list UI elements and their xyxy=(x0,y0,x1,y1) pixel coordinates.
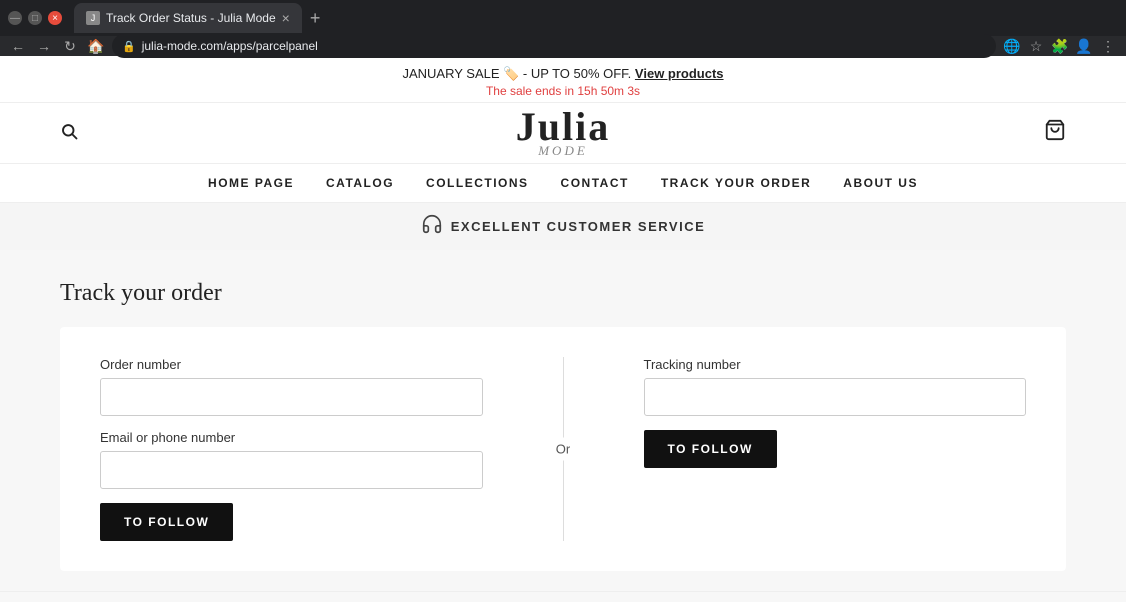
search-icon[interactable] xyxy=(60,122,78,145)
tab-bar: — □ × J Track Order Status - Julia Mode … xyxy=(0,0,1126,36)
tab-title: Track Order Status - Julia Mode xyxy=(106,11,276,25)
nav-item-catalog[interactable]: CATALOG xyxy=(326,176,394,190)
window-controls: — □ × xyxy=(8,11,62,25)
right-section: Tracking number TO FOLLOW xyxy=(604,357,1027,468)
reload-button[interactable]: ↻ xyxy=(60,36,80,56)
address-bar[interactable]: 🔒 julia-mode.com/apps/parcelpanel xyxy=(112,34,996,58)
nav-item-collections[interactable]: COLLECTIONS xyxy=(426,176,529,190)
or-divider: Or xyxy=(563,357,564,541)
back-button[interactable]: ← xyxy=(8,36,28,56)
announcement-bar: JANUARY SALE 🏷️ - UP TO 50% OFF. View pr… xyxy=(0,56,1126,103)
nav-actions: 🌐 ☆ 🧩 👤 ⋮ xyxy=(1002,36,1118,56)
site-wrapper: JANUARY SALE 🏷️ - UP TO 50% OFF. View pr… xyxy=(0,56,1126,602)
site-nav: HOME PAGE CATALOG COLLECTIONS CONTACT TR… xyxy=(0,163,1126,203)
timer-value: 15h 50m 3s xyxy=(577,84,640,98)
follow-button-right[interactable]: TO FOLLOW xyxy=(644,430,777,468)
or-label: Or xyxy=(548,438,578,461)
nav-item-about-us[interactable]: ABOUT US xyxy=(843,176,918,190)
cart-icon[interactable] xyxy=(1044,119,1066,147)
nav-bar: ← → ↻ 🏠 🔒 julia-mode.com/apps/parcelpane… xyxy=(0,36,1126,56)
nav-item-contact[interactable]: CONTACT xyxy=(561,176,629,190)
browser-chrome: — □ × J Track Order Status - Julia Mode … xyxy=(0,0,1126,56)
tracking-number-label: Tracking number xyxy=(644,357,1027,372)
tracking-number-input[interactable] xyxy=(644,378,1027,416)
track-card: Order number Email or phone number TO FO… xyxy=(60,327,1066,571)
email-input[interactable] xyxy=(100,451,483,489)
tab-favicon: J xyxy=(86,11,100,25)
announcement-text: JANUARY SALE 🏷️ - UP TO 50% OFF. View pr… xyxy=(0,66,1126,82)
minimize-btn[interactable]: — xyxy=(8,11,22,25)
order-number-input[interactable] xyxy=(100,378,483,416)
logo-main: Julia xyxy=(516,107,610,147)
timer-label: The sale ends in xyxy=(486,84,574,98)
service-bar: EXCELLENT CUSTOMER SERVICE xyxy=(0,203,1126,250)
close-btn[interactable]: × xyxy=(48,11,62,25)
headset-icon xyxy=(421,213,443,240)
menu-icon[interactable]: ⋮ xyxy=(1098,36,1118,56)
logo[interactable]: Julia mode xyxy=(516,107,610,159)
tab-close-icon[interactable]: × xyxy=(282,10,290,26)
translate-icon[interactable]: 🌐 xyxy=(1002,36,1022,56)
order-number-label: Order number xyxy=(100,357,483,372)
announcement-sale-text: JANUARY SALE 🏷️ - UP TO 50% OFF. xyxy=(402,66,631,81)
footer-bottom: Powered by ParcelPanel 📦 xyxy=(0,591,1126,602)
announcement-link[interactable]: View products xyxy=(635,66,724,81)
lock-icon: 🔒 xyxy=(122,40,136,53)
nav-item-track-order[interactable]: TRACK YOUR ORDER xyxy=(661,176,811,190)
maximize-btn[interactable]: □ xyxy=(28,11,42,25)
url-text: julia-mode.com/apps/parcelpanel xyxy=(142,39,318,53)
new-tab-button[interactable]: + xyxy=(310,8,321,29)
service-label: EXCELLENT CUSTOMER SERVICE xyxy=(451,219,706,234)
left-section: Order number Email or phone number TO FO… xyxy=(100,357,523,541)
site-header: Julia mode xyxy=(0,103,1126,163)
announcement-timer: The sale ends in 15h 50m 3s xyxy=(0,84,1126,98)
page-title: Track your order xyxy=(60,280,1066,307)
nav-item-home-page[interactable]: HOME PAGE xyxy=(208,176,294,190)
forward-button[interactable]: → xyxy=(34,36,54,56)
email-label: Email or phone number xyxy=(100,430,483,445)
bookmark-icon[interactable]: ☆ xyxy=(1026,36,1046,56)
profile-icon[interactable]: 👤 xyxy=(1074,36,1094,56)
extensions-icon[interactable]: 🧩 xyxy=(1050,36,1070,56)
active-tab[interactable]: J Track Order Status - Julia Mode × xyxy=(74,3,302,33)
follow-button-left[interactable]: TO FOLLOW xyxy=(100,503,233,541)
home-button[interactable]: 🏠 xyxy=(86,36,106,56)
main-content: Track your order Order number Email or p… xyxy=(0,250,1126,591)
